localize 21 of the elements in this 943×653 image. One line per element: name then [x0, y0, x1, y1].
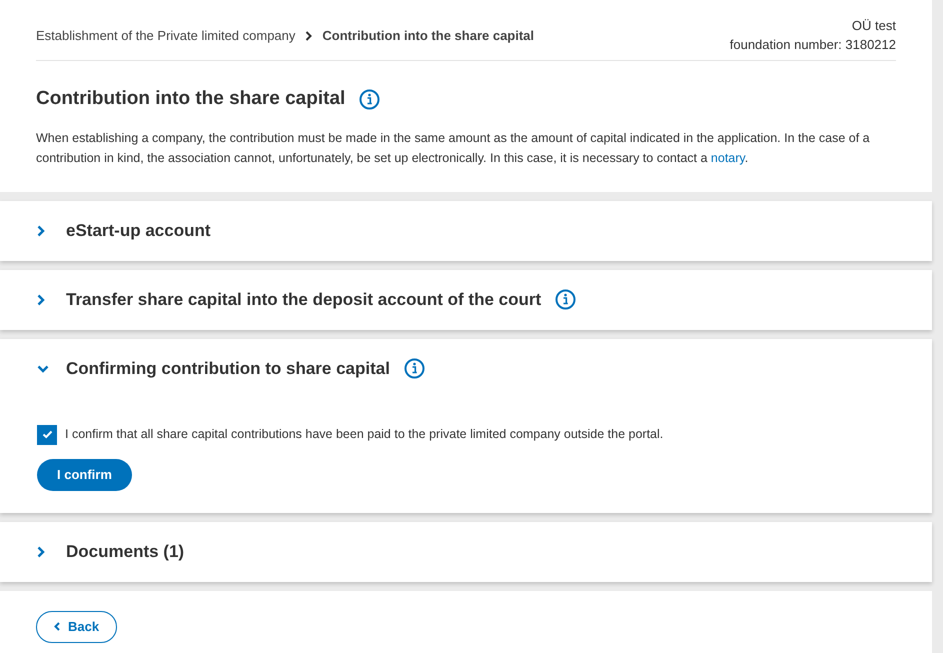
- checkmark-icon: [42, 430, 52, 439]
- accordion-title[interactable]: Transfer share capital into the deposit account of the court: [66, 286, 542, 312]
- info-icon[interactable]: [404, 358, 425, 379]
- confirm-button[interactable]: I confirm: [37, 458, 132, 490]
- back-button[interactable]: Back: [36, 610, 118, 642]
- chevron-left-icon: [54, 622, 60, 631]
- checkbox-label: I confirm that all share capital contributions have been paid to the private limited company outside the portal.: [65, 426, 664, 444]
- info-icon[interactable]: [555, 289, 576, 310]
- notary-link[interactable]: notary: [710, 150, 745, 164]
- accordion-title[interactable]: Documents (1): [66, 538, 184, 564]
- chevron-right-icon: [305, 30, 312, 40]
- breadcrumb-item: Contribution into the share capital: [322, 26, 534, 45]
- breadcrumb-item[interactable]: Establishment of the Private limited company: [36, 26, 296, 46]
- accordion-title[interactable]: Confirming contribution to share capital: [66, 356, 390, 382]
- section-heading: Contribution into the share capital: [36, 87, 346, 111]
- checkbox[interactable]: [37, 424, 57, 444]
- company-name: OÜ test: [852, 17, 896, 35]
- intro-paragraph: When establishing a company, the contribution must be made in the same amount as the amount of capital indicated in the application. In the case of a contribution in kind, the association cannot, unfortunately, be set up electronically. In this case, it is necessary to contact a notary.: [36, 130, 871, 167]
- foundation-number: foundation number: 3180212: [730, 36, 896, 54]
- info-icon[interactable]: [359, 88, 380, 110]
- accordion-title[interactable]: eStart-up account: [66, 218, 211, 244]
